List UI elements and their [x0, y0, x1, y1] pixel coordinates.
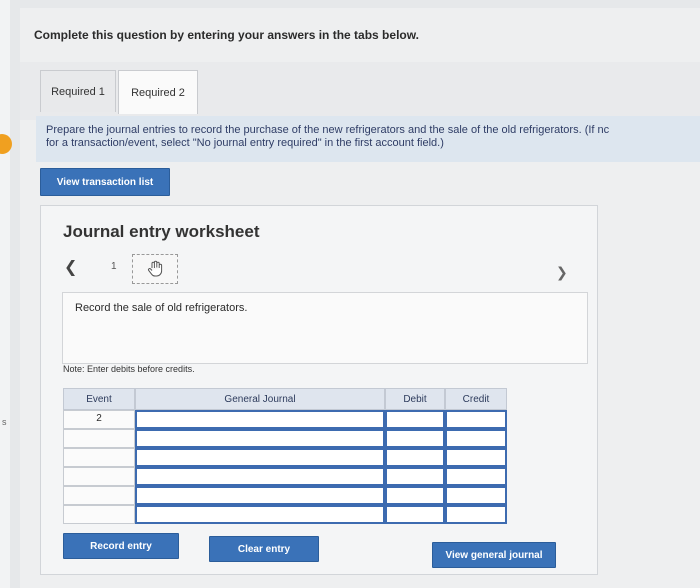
view-transaction-list-label: View transaction list: [56, 176, 154, 188]
progress-indicator-dot: [0, 134, 12, 154]
credit-input[interactable]: [445, 448, 507, 467]
debit-input[interactable]: [385, 505, 445, 524]
page-number[interactable]: 1: [111, 261, 117, 272]
debit-input[interactable]: [385, 448, 445, 467]
current-entry-selector[interactable]: [132, 254, 178, 284]
general-journal-input[interactable]: [135, 429, 385, 448]
debits-credits-note: Note: Enter debits before credits.: [63, 364, 195, 374]
record-instruction-text: Record the sale of old refrigerators.: [75, 302, 248, 314]
tab-required-2[interactable]: Required 2: [118, 70, 198, 114]
side-text: s: [2, 417, 7, 427]
event-cell: 2: [63, 410, 135, 429]
general-journal-input[interactable]: [135, 410, 385, 429]
instructions-box: Prepare the journal entries to record th…: [36, 116, 700, 162]
table-header-event: Event: [63, 388, 135, 410]
tab-required-2-label: Required 2: [131, 86, 185, 99]
left-edge-strip: [0, 0, 10, 588]
table-header-debit: Debit: [385, 388, 445, 410]
tab-required-1[interactable]: Required 1: [40, 70, 116, 112]
tab-required-1-label: Required 1: [51, 85, 105, 98]
clear-entry-label: Clear entry: [237, 543, 291, 555]
table-header-credit: Credit: [445, 388, 507, 410]
event-cell: [63, 448, 135, 467]
hand-pointer-icon: [148, 260, 163, 277]
event-cell: [63, 486, 135, 505]
worksheet-title: Journal entry worksheet: [63, 222, 260, 241]
general-journal-input[interactable]: [135, 505, 385, 524]
instructions-line-2: for a transaction/event, select "No jour…: [46, 137, 444, 149]
view-transaction-list-button[interactable]: View transaction list: [40, 168, 170, 196]
debit-input[interactable]: [385, 429, 445, 448]
chevron-left-icon[interactable]: ❮: [64, 257, 77, 277]
credit-input[interactable]: [445, 410, 507, 429]
record-entry-label: Record entry: [90, 540, 152, 552]
event-cell: [63, 505, 135, 524]
credit-input[interactable]: [445, 486, 507, 505]
general-journal-input[interactable]: [135, 448, 385, 467]
debit-input[interactable]: [385, 410, 445, 429]
debit-input[interactable]: [385, 467, 445, 486]
credit-input[interactable]: [445, 467, 507, 486]
general-journal-input[interactable]: [135, 467, 385, 486]
table-header-general-journal: General Journal: [135, 388, 385, 410]
view-general-journal-label: View general journal: [445, 549, 543, 561]
credit-input[interactable]: [445, 429, 507, 448]
view-general-journal-button[interactable]: View general journal: [432, 542, 556, 568]
debit-input[interactable]: [385, 486, 445, 505]
event-cell: [63, 429, 135, 448]
instructions-line-1: Prepare the journal entries to record th…: [46, 124, 610, 136]
clear-entry-button[interactable]: Clear entry: [209, 536, 319, 562]
event-cell: [63, 467, 135, 486]
chevron-right-icon[interactable]: ❯: [556, 264, 568, 281]
journal-table: Event General Journal Debit Credit 2: [63, 388, 507, 528]
general-journal-input[interactable]: [135, 486, 385, 505]
record-entry-button[interactable]: Record entry: [63, 533, 179, 559]
credit-input[interactable]: [445, 505, 507, 524]
question-prompt: Complete this question by entering your …: [34, 28, 419, 42]
